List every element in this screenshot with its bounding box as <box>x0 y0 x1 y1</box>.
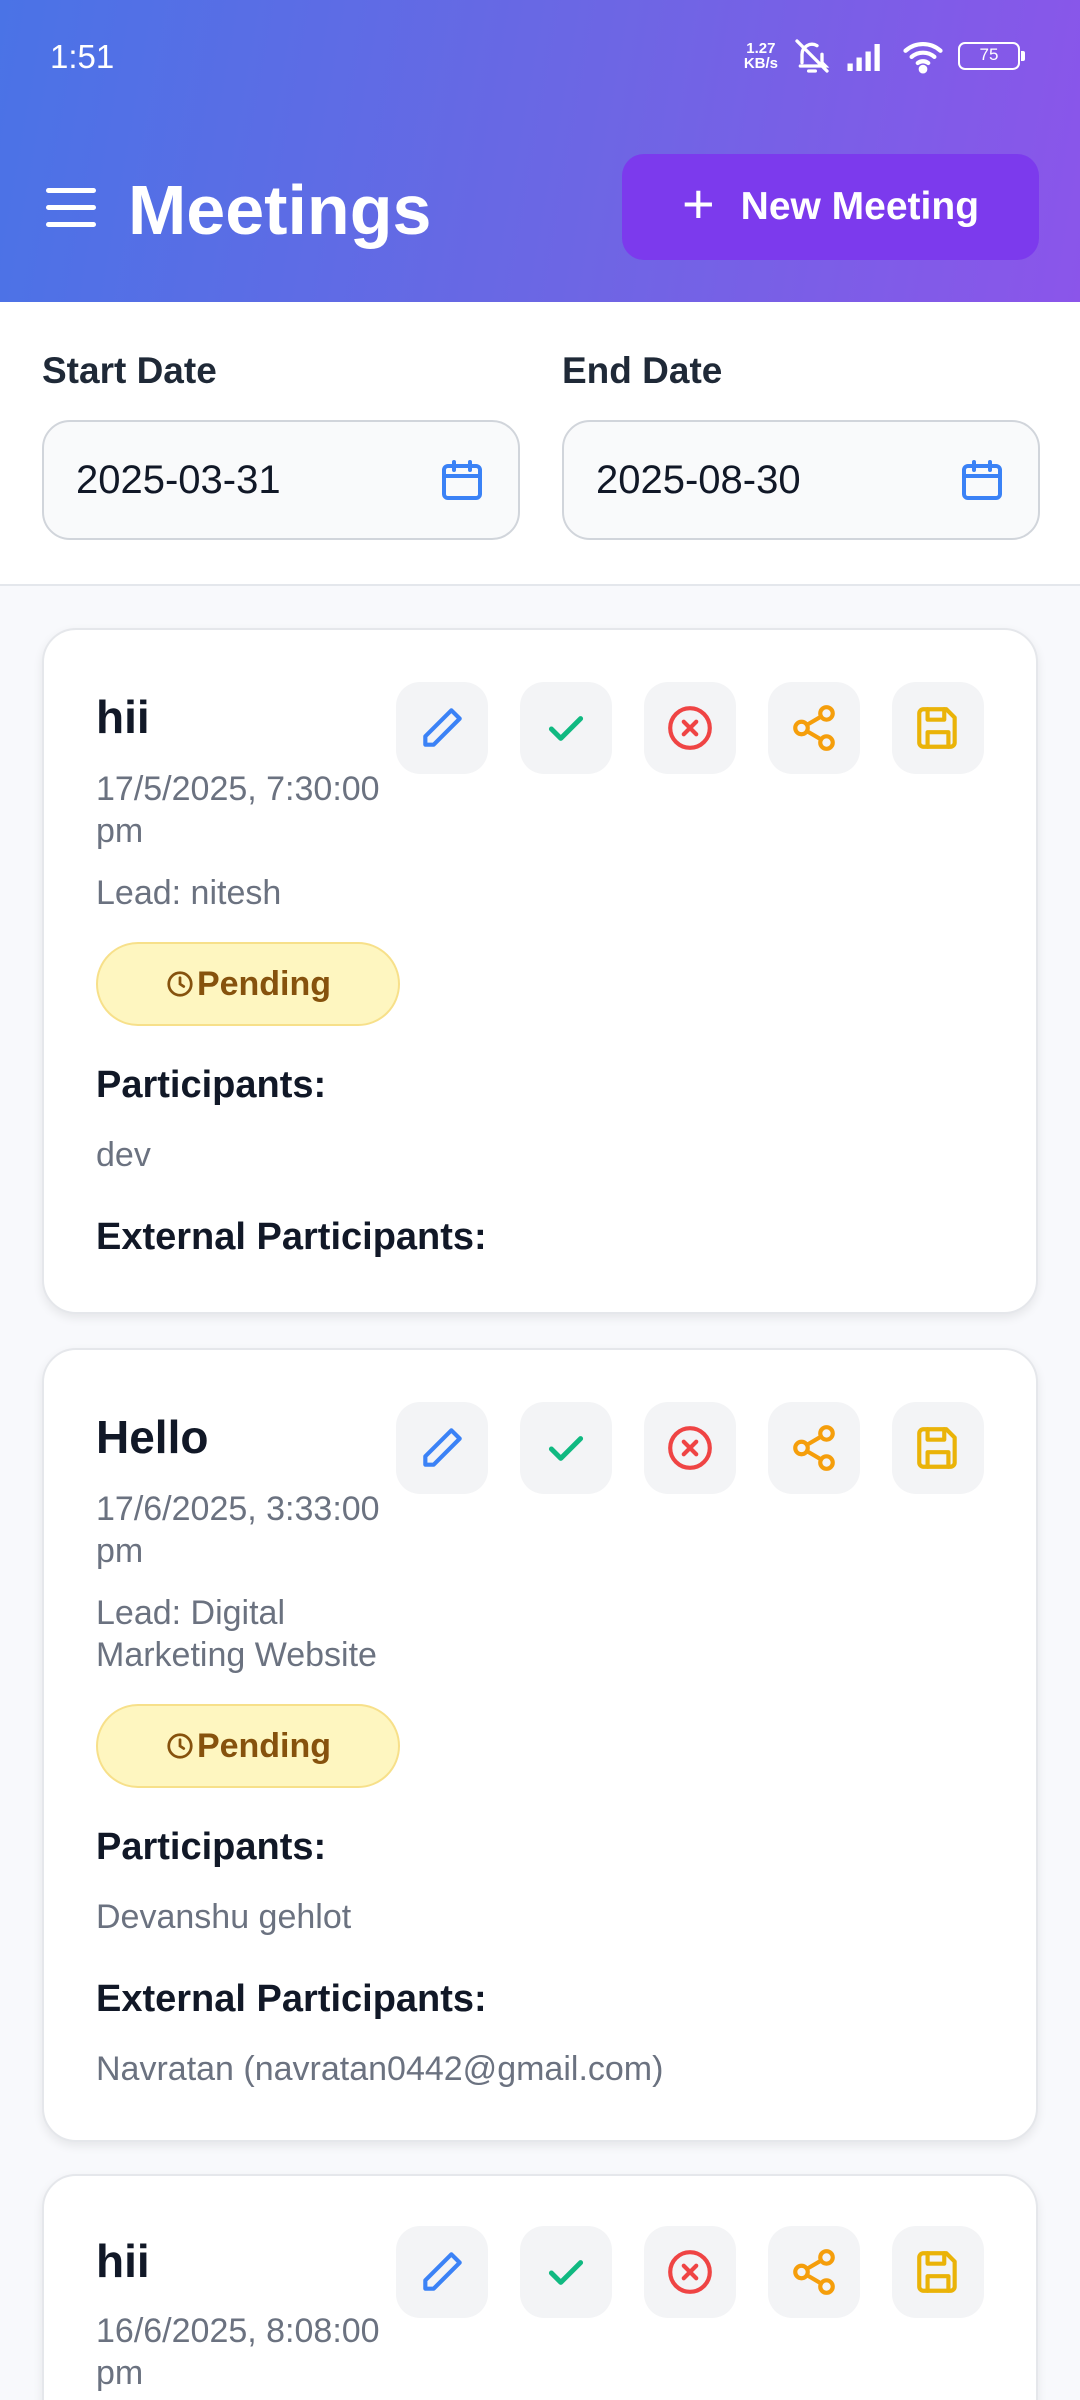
meeting-card[interactable]: hii 17/5/2025, 7:30:00 pm Lead: nitesh P… <box>42 628 1038 1314</box>
battery-indicator: 75 <box>958 42 1025 70</box>
edit-button[interactable] <box>396 1402 488 1494</box>
start-date-label: Start Date <box>42 350 217 391</box>
pencil-icon <box>423 708 462 747</box>
card-actions <box>396 2226 984 2318</box>
share-icon <box>793 1425 835 1471</box>
save-button[interactable] <box>892 2226 984 2318</box>
edit-button[interactable] <box>396 682 488 774</box>
meeting-title: hii <box>96 2235 150 2287</box>
start-date-filter: Start Date 2025-03-31 <box>42 350 520 540</box>
confirm-button[interactable] <box>520 682 612 774</box>
participants-value: dev <box>96 1136 151 1174</box>
signal-icon <box>847 44 880 71</box>
network-speed: 1.27 KB/s <box>743 40 778 72</box>
plus-icon: + <box>681 172 715 235</box>
meeting-title: Hello <box>96 1411 209 1463</box>
status-time: 1:51 <box>50 38 115 75</box>
edit-button[interactable] <box>396 2226 488 2318</box>
menu-icon[interactable] <box>46 188 96 228</box>
card-actions <box>396 1402 984 1494</box>
meeting-lead: Lead: Digital Marketing Website <box>96 1594 377 1674</box>
new-meeting-button[interactable]: + New Meeting <box>622 154 1039 260</box>
check-icon <box>548 1436 584 1461</box>
cancel-button[interactable] <box>644 682 736 774</box>
status-badge: Pending <box>96 1704 400 1788</box>
clock-icon <box>167 971 193 997</box>
cancel-button[interactable] <box>644 1402 736 1494</box>
participants-heading: Participants: <box>96 1826 327 1868</box>
external-participants-heading: External Participants: <box>96 1216 487 1258</box>
save-icon <box>917 1427 957 1469</box>
status-badge: Pending <box>96 942 400 1026</box>
share-button[interactable] <box>768 1402 860 1494</box>
external-participants-value: Navratan (navratan0442@gmail.com) <box>96 2050 664 2088</box>
meeting-lead: Lead: nitesh <box>96 874 282 912</box>
check-icon <box>548 716 584 741</box>
x-circle-icon <box>668 2250 712 2294</box>
x-circle-icon <box>668 1426 712 1470</box>
meeting-datetime: 16/6/2025, 8:08:00 pm <box>96 2312 380 2392</box>
share-button[interactable] <box>768 2226 860 2318</box>
app-header: 1:51 1.27 KB/s 75 Meetings + New Meeting <box>0 0 1080 302</box>
meeting-card[interactable]: hii 16/6/2025, 8:08:00 pm <box>42 2174 1038 2400</box>
page-title: Meetings <box>128 171 432 249</box>
save-icon <box>917 2251 957 2293</box>
external-participants-heading: External Participants: <box>96 1978 487 2020</box>
save-icon <box>917 707 957 749</box>
check-icon <box>548 2260 584 2285</box>
pencil-icon <box>423 1428 462 1467</box>
end-date-filter: End Date 2025-08-30 <box>562 350 1040 540</box>
cancel-button[interactable] <box>644 2226 736 2318</box>
card-actions <box>396 682 984 774</box>
meeting-title: hii <box>96 691 150 743</box>
share-icon <box>793 705 835 751</box>
end-date-input[interactable]: 2025-08-30 <box>562 420 1040 540</box>
clock-icon <box>167 1733 193 1759</box>
meeting-card[interactable]: Hello 17/6/2025, 3:33:00 pm Lead: Digita… <box>42 1348 1038 2142</box>
start-date-input[interactable]: 2025-03-31 <box>42 420 520 540</box>
share-icon <box>793 2249 835 2295</box>
wifi-icon <box>903 42 943 74</box>
status-bar: 1:51 1.27 KB/s 75 <box>0 0 1080 116</box>
meeting-datetime: 17/5/2025, 7:30:00 pm <box>96 770 380 850</box>
save-button[interactable] <box>892 1402 984 1494</box>
confirm-button[interactable] <box>520 2226 612 2318</box>
save-button[interactable] <box>892 682 984 774</box>
calendar-icon[interactable] <box>958 456 1006 504</box>
confirm-button[interactable] <box>520 1402 612 1494</box>
meeting-datetime: 17/6/2025, 3:33:00 pm <box>96 1490 380 1570</box>
x-circle-icon <box>668 706 712 750</box>
date-filters: Start Date 2025-03-31 End Date 2025-08-3… <box>0 302 1080 586</box>
calendar-icon[interactable] <box>438 456 486 504</box>
status-icons: 1.27 KB/s 75 <box>743 36 1025 76</box>
share-button[interactable] <box>768 682 860 774</box>
pencil-icon <box>423 2252 462 2291</box>
participants-value: Devanshu gehlot <box>96 1898 352 1936</box>
bell-off-icon <box>795 39 830 73</box>
end-date-label: End Date <box>562 350 723 391</box>
participants-heading: Participants: <box>96 1064 327 1106</box>
